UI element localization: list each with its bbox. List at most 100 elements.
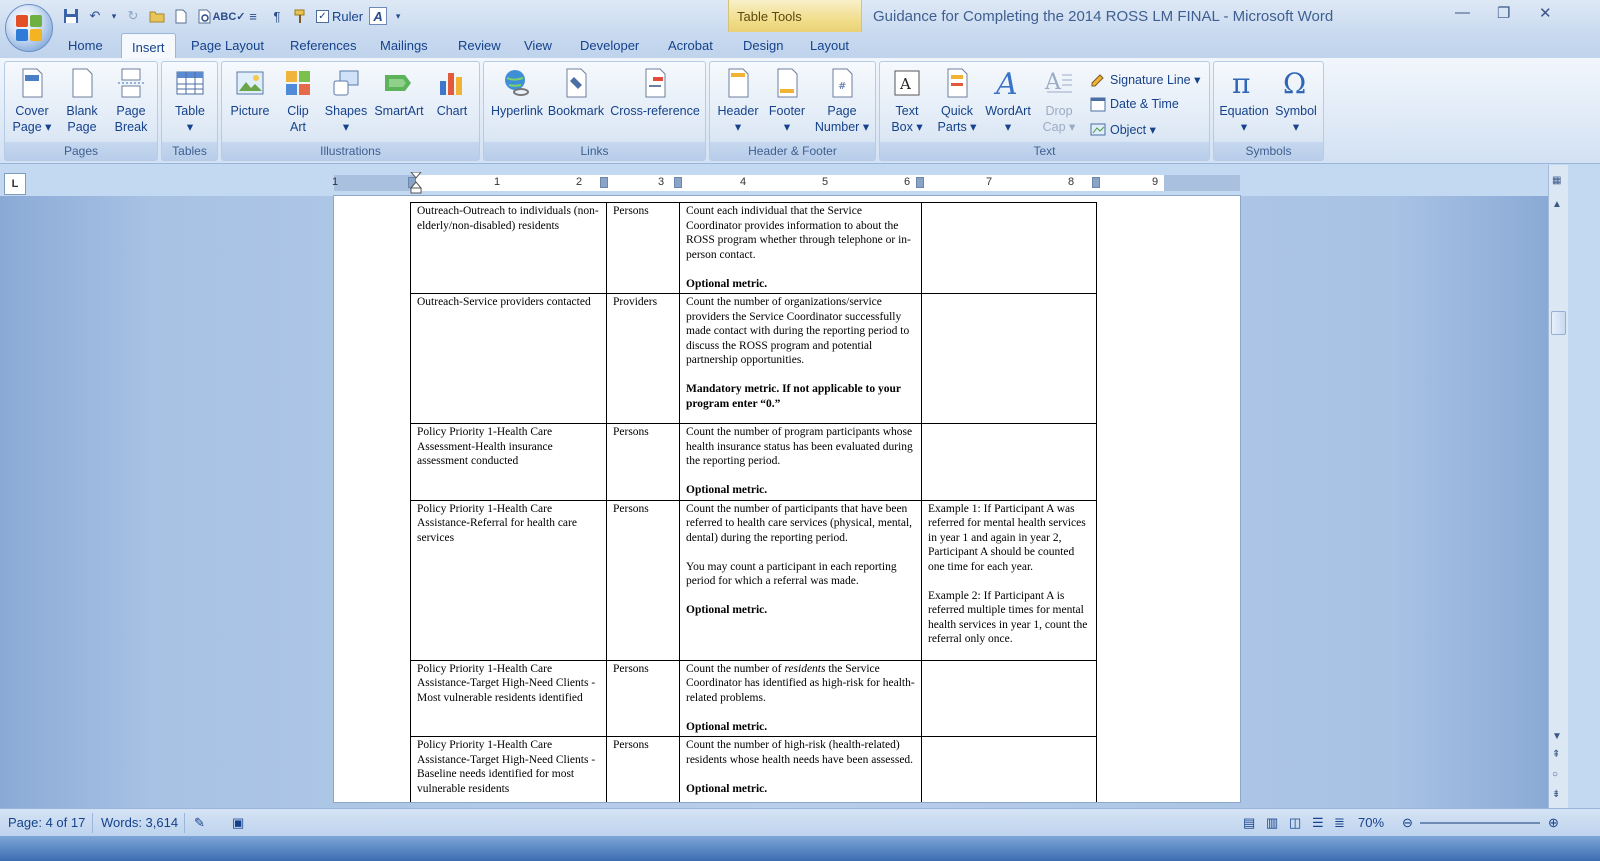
text-style-icon[interactable]: A xyxy=(369,7,388,25)
table-cell[interactable]: Policy Priority 1-Health Care Assessment… xyxy=(410,423,607,501)
table-button[interactable]: Table ▾ xyxy=(168,67,212,135)
table-cell[interactable]: Count the number of organizations/servic… xyxy=(679,293,922,424)
redo-icon[interactable]: ↻ xyxy=(124,7,142,25)
ruler-column-marker[interactable] xyxy=(1092,177,1100,188)
table-cell[interactable] xyxy=(921,423,1097,501)
ruler-column-marker[interactable] xyxy=(600,177,608,188)
tab-design[interactable]: Design xyxy=(743,38,783,58)
browse-object-icon[interactable]: ○ xyxy=(1552,769,1558,780)
object-button[interactable]: Object ▾ xyxy=(1090,121,1156,137)
page-number-button[interactable]: # Page Number ▾ xyxy=(812,67,872,135)
document-page[interactable]: Outreach-Outreach to individuals (non-el… xyxy=(334,196,1240,802)
tab-developer[interactable]: Developer xyxy=(580,38,639,58)
table-cell[interactable]: Policy Priority 1-Health Care Assistance… xyxy=(410,736,607,802)
table-cell[interactable]: Persons xyxy=(606,659,680,737)
table-cell[interactable]: Outreach-Outreach to individuals (non-el… xyxy=(410,202,607,294)
table-cell[interactable] xyxy=(921,202,1097,294)
date-time-button[interactable]: Date & Time xyxy=(1090,96,1179,112)
chart-button[interactable]: Chart xyxy=(430,67,474,119)
save-icon[interactable] xyxy=(62,7,80,25)
tab-references[interactable]: References xyxy=(290,38,356,58)
table-cell[interactable] xyxy=(921,736,1097,802)
outline-view-icon[interactable]: ☰ xyxy=(1312,815,1324,831)
picture-button[interactable]: Picture xyxy=(228,67,272,119)
wordart-button[interactable]: A WordArt ▾ xyxy=(980,67,1036,135)
table-cell[interactable]: Count the number of participants that ha… xyxy=(679,499,922,661)
undo-icon[interactable]: ↶ xyxy=(86,7,104,25)
horizontal-ruler[interactable]: 1 1 2 3 4 5 6 7 8 9 xyxy=(332,172,1240,194)
page-count[interactable]: Page: 4 of 17 xyxy=(8,815,85,830)
table-cell[interactable]: Count the number of program participants… xyxy=(679,423,922,501)
tab-layout[interactable]: Layout xyxy=(810,38,849,58)
tab-selector-button[interactable]: L xyxy=(4,173,26,195)
tab-mailings[interactable]: Mailings xyxy=(380,38,428,58)
table-cell[interactable] xyxy=(921,659,1097,737)
zoom-out-icon[interactable]: ⊖ xyxy=(1402,815,1413,831)
open-folder-icon[interactable] xyxy=(148,7,166,25)
previous-page-icon[interactable]: ⇞ xyxy=(1552,749,1560,760)
next-page-icon[interactable]: ⇟ xyxy=(1552,789,1560,800)
tab-acrobat[interactable]: Acrobat xyxy=(668,38,713,58)
footer-button[interactable]: Footer ▾ xyxy=(764,67,810,135)
tab-page-layout[interactable]: Page Layout xyxy=(191,38,264,58)
hyperlink-button[interactable]: Hyperlink xyxy=(488,67,546,119)
symbol-button[interactable]: Ω Symbol ▾ xyxy=(1272,67,1320,135)
customize-qat-icon[interactable]: ▾ xyxy=(393,7,403,25)
ruler-column-marker[interactable] xyxy=(916,177,924,188)
drop-cap-button[interactable]: A Drop Cap ▾ xyxy=(1036,67,1082,135)
table-cell[interactable]: Policy Priority 1-Health Care Assistance… xyxy=(410,499,607,661)
indent-marker-icon[interactable] xyxy=(410,172,422,194)
table-cell[interactable] xyxy=(921,293,1097,424)
vertical-scrollbar[interactable]: ▦ ▲ ▼ ⇞ ○ ⇟ xyxy=(1548,165,1568,808)
close-button[interactable]: ✕ xyxy=(1539,4,1552,22)
tab-insert[interactable]: Insert xyxy=(121,33,176,58)
format-painter-icon[interactable] xyxy=(292,7,310,25)
scroll-down-icon[interactable]: ▼ xyxy=(1552,731,1562,742)
clip-art-button[interactable]: Clip Art xyxy=(278,67,318,135)
web-layout-icon[interactable]: ◫ xyxy=(1289,815,1301,831)
word-count[interactable]: Words: 3,614 xyxy=(101,815,178,830)
new-document-icon[interactable] xyxy=(172,7,190,25)
table-cell[interactable]: Count the number of residents the Servic… xyxy=(679,659,922,737)
tab-review[interactable]: Review xyxy=(458,38,501,58)
blank-page-button[interactable]: Blank Page xyxy=(61,67,103,135)
header-button[interactable]: Header ▾ xyxy=(714,67,762,135)
cover-page-button[interactable]: Cover Page ▾ xyxy=(9,67,55,135)
table-cell[interactable]: Persons xyxy=(606,499,680,661)
full-screen-reading-icon[interactable]: ▥ xyxy=(1266,815,1278,831)
draft-view-icon[interactable]: ≣ xyxy=(1334,815,1345,831)
table-cell[interactable]: Policy Priority 1-Health Care Assistance… xyxy=(410,659,607,737)
ruler-toggle-icon[interactable]: ▦ xyxy=(1552,175,1561,186)
smartart-button[interactable]: SmartArt xyxy=(372,67,426,119)
print-layout-view-icon[interactable]: ▤ xyxy=(1243,815,1255,831)
table-cell[interactable]: Providers xyxy=(606,293,680,424)
table-cell[interactable]: Outreach-Service providers contacted xyxy=(410,293,607,424)
undo-dropdown-icon[interactable]: ▾ xyxy=(110,7,118,25)
ruler-checkbox-icon[interactable]: ✓ xyxy=(316,9,329,23)
minimize-button[interactable]: — xyxy=(1455,4,1470,21)
ruler-column-marker[interactable] xyxy=(674,177,682,188)
paragraph-list-icon[interactable]: ≡ xyxy=(244,7,262,25)
tab-view[interactable]: View xyxy=(524,38,552,58)
table-cell[interactable]: Count the number of high-risk (health-re… xyxy=(679,736,922,802)
bookmark-button[interactable]: Bookmark xyxy=(546,67,606,119)
restore-button[interactable]: ❐ xyxy=(1497,4,1510,22)
table-cell[interactable]: Persons xyxy=(606,736,680,802)
scroll-up-icon[interactable]: ▲ xyxy=(1552,199,1562,210)
equation-button[interactable]: π Equation ▾ xyxy=(1216,67,1272,135)
page-break-button[interactable]: Page Break xyxy=(109,67,153,135)
print-preview-icon[interactable] xyxy=(196,7,214,25)
cross-reference-button[interactable]: Cross-reference xyxy=(608,67,702,119)
zoom-slider[interactable] xyxy=(1420,822,1540,824)
signature-line-button[interactable]: Signature Line ▾ xyxy=(1090,71,1200,87)
tab-home[interactable]: Home xyxy=(68,38,103,58)
table-cell[interactable]: Count each individual that the Service C… xyxy=(679,202,922,294)
table-cell[interactable]: Example 1: If Participant A was referred… xyxy=(921,499,1097,661)
office-button[interactable] xyxy=(5,4,53,52)
scroll-thumb[interactable] xyxy=(1551,311,1566,335)
macro-record-icon[interactable]: ▣ xyxy=(232,815,244,831)
spelling-check-icon[interactable]: ABC✓ xyxy=(212,7,245,25)
pilcrow-icon[interactable]: ¶ xyxy=(268,7,286,25)
zoom-in-icon[interactable]: ⊕ xyxy=(1548,815,1559,831)
table-cell[interactable]: Persons xyxy=(606,423,680,501)
